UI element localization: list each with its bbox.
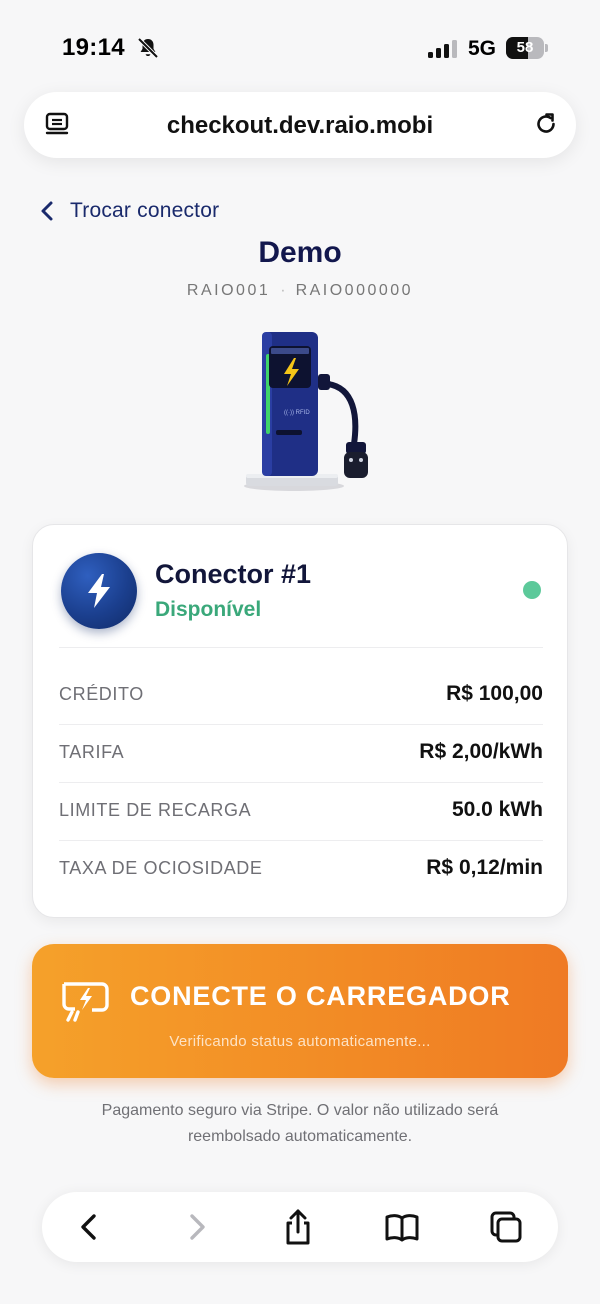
connector-name: Conector #1 (155, 559, 312, 589)
info-value: R$ 2,00/kWh (419, 740, 543, 763)
info-row-credit: CRÉDITO R$ 100,00 (59, 667, 543, 725)
address-bar[interactable]: checkout.dev.raio.mobi (24, 92, 576, 158)
share-button[interactable] (280, 1208, 316, 1246)
cta-subtext: Verificando status automaticamente... (169, 1033, 431, 1050)
info-row-tariff: TARIFA R$ 2,00/kWh (59, 725, 543, 783)
back-link-label: Trocar conector (70, 199, 220, 222)
station-title: Demo (258, 236, 342, 269)
station-code: RAIO001 (186, 282, 271, 299)
info-label: CRÉDITO (59, 684, 144, 704)
status-bar: 19:14 5G 58 (0, 0, 600, 96)
payment-footnote: Pagamento seguro via Stripe. O valor não… (101, 1102, 499, 1145)
tabs-button[interactable] (488, 1208, 524, 1246)
chevron-left-icon (41, 201, 53, 221)
url-text[interactable]: checkout.dev.raio.mobi (24, 112, 576, 140)
battery-icon: 58 (506, 37, 548, 59)
browser-toolbar (42, 1192, 558, 1262)
battery-level: 58 (516, 39, 534, 56)
info-label: TARIFA (59, 742, 125, 762)
bookmarks-icon (385, 1214, 419, 1242)
back-icon (81, 1214, 96, 1240)
divider (59, 647, 543, 648)
bookmarks-button[interactable] (384, 1208, 420, 1246)
bell-slash-icon (137, 37, 159, 59)
forward-icon (190, 1214, 205, 1240)
forward-button[interactable] (178, 1208, 214, 1246)
status-time: 19:14 (62, 34, 125, 61)
charger-station-image: ((·)) RFID (244, 332, 368, 491)
info-row-idle-fee: TAXA DE OCIOSIDADE R$ 0,12/min (59, 841, 543, 899)
info-value: R$ 100,00 (446, 682, 543, 705)
connector-status: Disponível (155, 598, 262, 621)
info-label: TAXA DE OCIOSIDADE (59, 858, 263, 878)
connector-avatar (61, 553, 137, 629)
station-serial: RAIO000000 (295, 282, 414, 299)
plug-charger-icon (62, 982, 109, 1022)
cta-label: CONECTE O CARREGADOR (130, 981, 511, 1011)
tabs-icon (490, 1211, 522, 1243)
network-label: 5G (468, 37, 497, 60)
info-value: 50.0 kWh (451, 798, 543, 821)
back-button[interactable] (72, 1208, 108, 1246)
info-row-charge-limit: LIMITE DE RECARGA 50.0 kWh (59, 783, 543, 841)
reload-icon[interactable] (532, 110, 560, 138)
lightning-icon (88, 574, 110, 608)
station-ids: RAIO001 · RAIO000000 (0, 282, 600, 300)
station-separator: · (280, 282, 286, 299)
status-dot (523, 581, 541, 599)
svg-text:((·)) RFID: ((·)) RFID (284, 410, 310, 416)
back-link[interactable]: Trocar conector (38, 196, 219, 226)
signal-icon (428, 40, 457, 58)
connector-card: Conector #1 Disponível CRÉDITO R$ 100,00… (32, 524, 568, 918)
info-label: LIMITE DE RECARGA (59, 800, 252, 820)
share-icon (286, 1209, 310, 1245)
connect-charger-button[interactable]: CONECTE O CARREGADOR Verificando status … (32, 944, 568, 1078)
info-value: R$ 0,12/min (426, 856, 543, 879)
